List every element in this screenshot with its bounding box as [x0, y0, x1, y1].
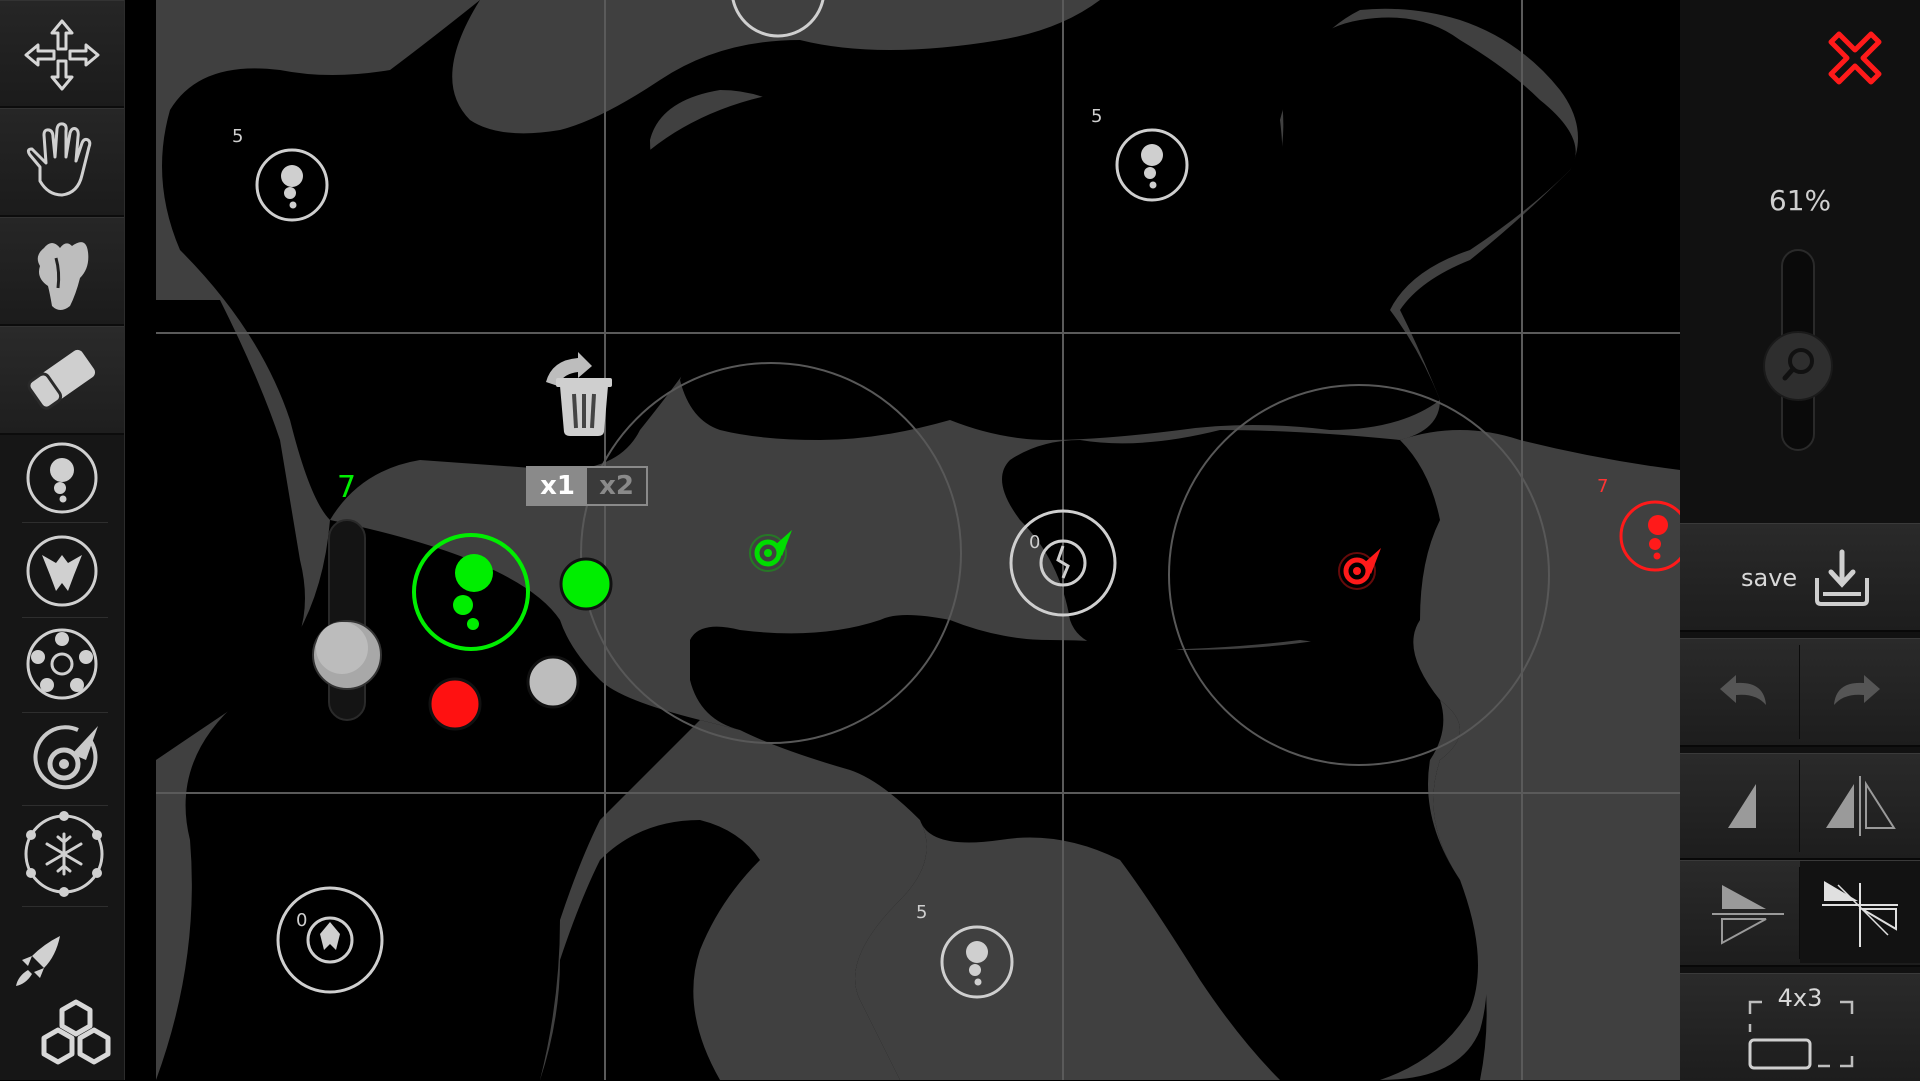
symmetry-row-1 [1680, 753, 1920, 860]
multiplier-toggle[interactable]: x1 x2 [526, 466, 648, 506]
grid-size-button[interactable]: 4x3 [1680, 973, 1920, 1081]
right-panel: 61% save 4x3 [1680, 0, 1920, 1081]
red-unit-count: 7 [1597, 476, 1609, 497]
symmetry-quad-button[interactable] [1800, 861, 1920, 963]
close-x-icon [1828, 31, 1882, 85]
zoom-slider-icon [1763, 249, 1833, 451]
rocket-tool[interactable] [10, 930, 70, 990]
multiplier-x1[interactable]: x1 [528, 468, 587, 504]
left-toolbar [0, 0, 125, 1080]
history-block [1680, 638, 1920, 747]
rocket-icon [16, 936, 60, 986]
multiplier-x2[interactable]: x2 [587, 468, 646, 504]
turret-base-icon [26, 628, 98, 700]
cluster-tool[interactable] [36, 996, 116, 1066]
move-tool-button[interactable] [0, 0, 124, 108]
cluster-icon [41, 999, 111, 1065]
save-label: save [1741, 564, 1798, 592]
missile-base-icon [33, 725, 98, 790]
base-unit-count: 5 [232, 126, 244, 147]
undo-button[interactable] [1716, 669, 1772, 717]
base-unit-count: 0 [296, 910, 308, 931]
green-color-option[interactable] [559, 557, 613, 611]
mirror-quad-icon [1822, 881, 1898, 947]
base-unit-count: 0 [1029, 532, 1041, 553]
base-unit-count: 5 [1091, 106, 1103, 127]
unit-base-tool[interactable] [24, 440, 100, 516]
move-arrows-icon [24, 19, 100, 91]
download-icon [1815, 549, 1869, 606]
symmetry-vertical-button[interactable] [1708, 879, 1788, 949]
hand-tool-button[interactable] [0, 108, 124, 217]
neutral-color-option[interactable] [526, 655, 580, 709]
symmetry-row-2 [1680, 860, 1920, 967]
eraser-tool-button[interactable] [0, 326, 124, 435]
warrior-base-icon [26, 535, 98, 607]
base-unit-count: 5 [916, 902, 928, 923]
redo-button[interactable] [1828, 669, 1884, 717]
red-color-option[interactable] [428, 677, 482, 731]
redo-icon [1834, 675, 1880, 705]
undo-icon [1720, 675, 1766, 705]
save-button[interactable]: save [1680, 523, 1920, 632]
zoom-slider[interactable] [1760, 248, 1836, 454]
eraser-icon [27, 349, 96, 410]
smudge-hand-icon [37, 242, 89, 310]
green-unit-count: 7 [337, 470, 357, 505]
single-triangle-icon [1728, 784, 1756, 828]
unit-base-icon [26, 442, 98, 514]
hand-icon [26, 122, 92, 197]
grid-frame-icon [1748, 1000, 1854, 1070]
freeze-base-icon [24, 811, 104, 897]
symmetry-horizontal-button[interactable] [1820, 774, 1900, 838]
zoom-value: 61% [1768, 184, 1832, 217]
close-button[interactable] [1823, 26, 1887, 90]
warrior-base-tool[interactable] [24, 533, 100, 609]
freeze-base-tool[interactable] [20, 810, 108, 898]
mirror-horizontal-icon [1826, 776, 1896, 836]
turret-base-tool[interactable] [24, 626, 100, 702]
mirror-vertical-icon [1712, 885, 1784, 945]
missile-base-tool[interactable] [28, 720, 104, 796]
smudge-tool-button[interactable] [0, 217, 124, 326]
symmetry-none-button[interactable] [1718, 778, 1768, 834]
